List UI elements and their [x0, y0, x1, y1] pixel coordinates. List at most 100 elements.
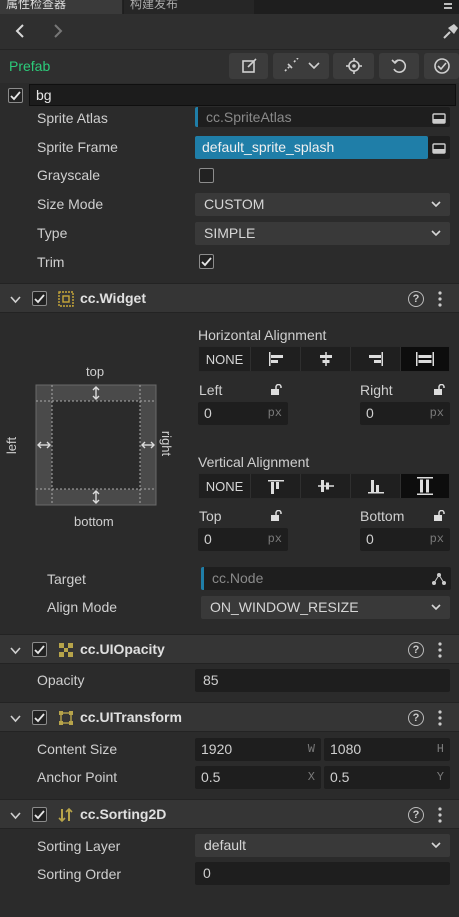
prefab-apply-button[interactable] — [424, 53, 459, 79]
align-stretch-v-button[interactable] — [401, 474, 449, 498]
uiopacity-help-glyph: ? — [412, 644, 420, 656]
transform-icon — [59, 711, 73, 725]
asset-picker-icon[interactable] — [432, 111, 446, 124]
sorting-order-input[interactable]: 0 — [195, 862, 450, 885]
tab-build-label: 构建发布 — [130, 0, 179, 11]
trim-checkbox[interactable] — [199, 254, 214, 269]
top-offset-unit: px — [267, 532, 282, 546]
top-offset-value: 0 — [204, 531, 212, 547]
align-top-button[interactable] — [251, 474, 301, 498]
help-icon[interactable]: ? — [408, 642, 424, 658]
align-bottom-button[interactable] — [351, 474, 401, 498]
collapse-arrow-icon[interactable] — [10, 294, 21, 305]
align-left-button[interactable] — [251, 347, 301, 371]
top-offset-input[interactable]: 0 px — [198, 528, 288, 551]
content-height-input[interactable]: 1080 H — [324, 738, 450, 761]
sprite-atlas-field[interactable]: cc.SpriteAtlas — [195, 107, 450, 127]
chevron-down-icon — [308, 62, 320, 70]
unlock-icon[interactable] — [270, 510, 282, 522]
more-options-icon[interactable] — [437, 807, 443, 823]
widget-diagram-left-label: left — [4, 436, 20, 455]
top-label: Top — [199, 508, 222, 524]
align-mode-select[interactable]: ON_WINDOW_RESIZE — [201, 596, 450, 619]
horizontal-alignment-label: Horizontal Alignment — [198, 327, 327, 343]
tab-inspector[interactable]: 属性检查器 — [0, 0, 123, 14]
content-width-input[interactable]: 1920 W — [195, 738, 321, 761]
sorting-layer-value: default — [204, 837, 247, 853]
content-size-label: Content Size — [37, 741, 118, 757]
prefab-revert-button[interactable] — [379, 53, 419, 79]
align-stretch-h-button[interactable] — [401, 347, 449, 371]
target-field[interactable]: cc.Node — [201, 567, 451, 590]
help-icon[interactable]: ? — [408, 710, 424, 726]
anchor-x-input[interactable]: 0.5 X — [195, 766, 321, 789]
left-offset-input[interactable]: 0 px — [198, 402, 288, 425]
uiopacity-component-header[interactable]: cc.UIOpacity ? — [0, 634, 459, 664]
size-mode-select[interactable]: CUSTOM — [195, 193, 450, 216]
widget-alignment-diagram[interactable] — [35, 384, 157, 506]
collapse-arrow-icon[interactable] — [10, 645, 21, 656]
back-arrow-icon[interactable] — [12, 23, 28, 39]
trim-label: Trim — [37, 254, 65, 270]
size-mode-value: CUSTOM — [204, 196, 265, 212]
sprite-atlas-label: Sprite Atlas — [37, 110, 108, 126]
widget-component-header[interactable]: cc.Widget ? — [0, 283, 459, 313]
bottom-offset-input[interactable]: 0 px — [360, 528, 450, 551]
help-icon[interactable]: ? — [408, 807, 424, 823]
anchor-y-input[interactable]: 0.5 Y — [324, 766, 450, 789]
align-center-v-button[interactable] — [301, 474, 351, 498]
node-name-input[interactable]: bg — [29, 84, 456, 106]
sorting2d-title: cc.Sorting2D — [80, 806, 167, 822]
align-center-h-button[interactable] — [301, 347, 351, 371]
locate-target-icon — [345, 58, 362, 74]
left-offset-unit: px — [267, 406, 282, 420]
unlock-icon[interactable] — [433, 384, 445, 396]
opacity-input[interactable]: 85 — [195, 669, 450, 692]
tab-build[interactable]: 构建发布 — [124, 0, 254, 14]
sorting2d-enabled-checkbox[interactable] — [32, 807, 47, 822]
anchor-y-unit: Y — [436, 770, 444, 784]
more-options-icon[interactable] — [437, 642, 443, 658]
align-top-icon — [267, 480, 284, 494]
sprite-frame-field[interactable]: default_sprite_splash — [195, 136, 428, 159]
unlock-icon[interactable] — [433, 510, 445, 522]
panel-menu-icon[interactable] — [440, 0, 456, 10]
type-select[interactable]: SIMPLE — [195, 222, 450, 245]
widget-enabled-checkbox[interactable] — [32, 291, 47, 306]
align-right-button[interactable] — [351, 347, 401, 371]
forward-arrow-icon[interactable] — [50, 23, 66, 39]
node-active-checkbox[interactable] — [8, 88, 23, 103]
horizontal-alignment-selector: NONE — [198, 346, 450, 372]
opacity-value: 85 — [203, 672, 219, 688]
panel-tab-bar: 属性检查器 构建发布 — [0, 0, 459, 14]
more-options-icon[interactable] — [437, 291, 443, 307]
prefab-locate-button[interactable] — [333, 53, 374, 79]
horizontal-align-none-button[interactable]: NONE — [199, 347, 251, 371]
vertical-align-none-button[interactable]: NONE — [199, 474, 251, 498]
more-options-icon[interactable] — [437, 710, 443, 726]
collapse-arrow-icon[interactable] — [10, 713, 21, 724]
bottom-offset-unit: px — [429, 532, 444, 546]
grayscale-checkbox[interactable] — [199, 168, 214, 183]
target-label: Target — [47, 571, 86, 587]
left-label: Left — [199, 382, 223, 398]
node-picker-icon[interactable] — [432, 572, 446, 585]
prefab-unlink-button[interactable] — [273, 53, 329, 79]
edit-external-icon — [241, 58, 257, 73]
vertical-align-none-label: NONE — [205, 478, 244, 494]
uitransform-enabled-checkbox[interactable] — [32, 710, 47, 725]
sorting2d-component-header[interactable]: cc.Sorting2D ? — [0, 799, 459, 829]
pin-icon[interactable] — [442, 22, 458, 40]
asset-picker-icon[interactable] — [432, 141, 446, 154]
sorting-layer-select[interactable]: default — [195, 834, 450, 857]
sorting-order-label: Sorting Order — [37, 866, 122, 882]
content-width-value: 1920 — [201, 741, 233, 757]
collapse-arrow-icon[interactable] — [10, 810, 21, 821]
check-icon — [34, 810, 45, 820]
unlock-icon[interactable] — [270, 384, 282, 396]
help-icon[interactable]: ? — [408, 291, 424, 307]
uitransform-component-header[interactable]: cc.UITransform ? — [0, 702, 459, 732]
prefab-edit-button[interactable] — [229, 53, 268, 79]
uiopacity-enabled-checkbox[interactable] — [32, 642, 47, 657]
right-offset-input[interactable]: 0 px — [360, 402, 450, 425]
